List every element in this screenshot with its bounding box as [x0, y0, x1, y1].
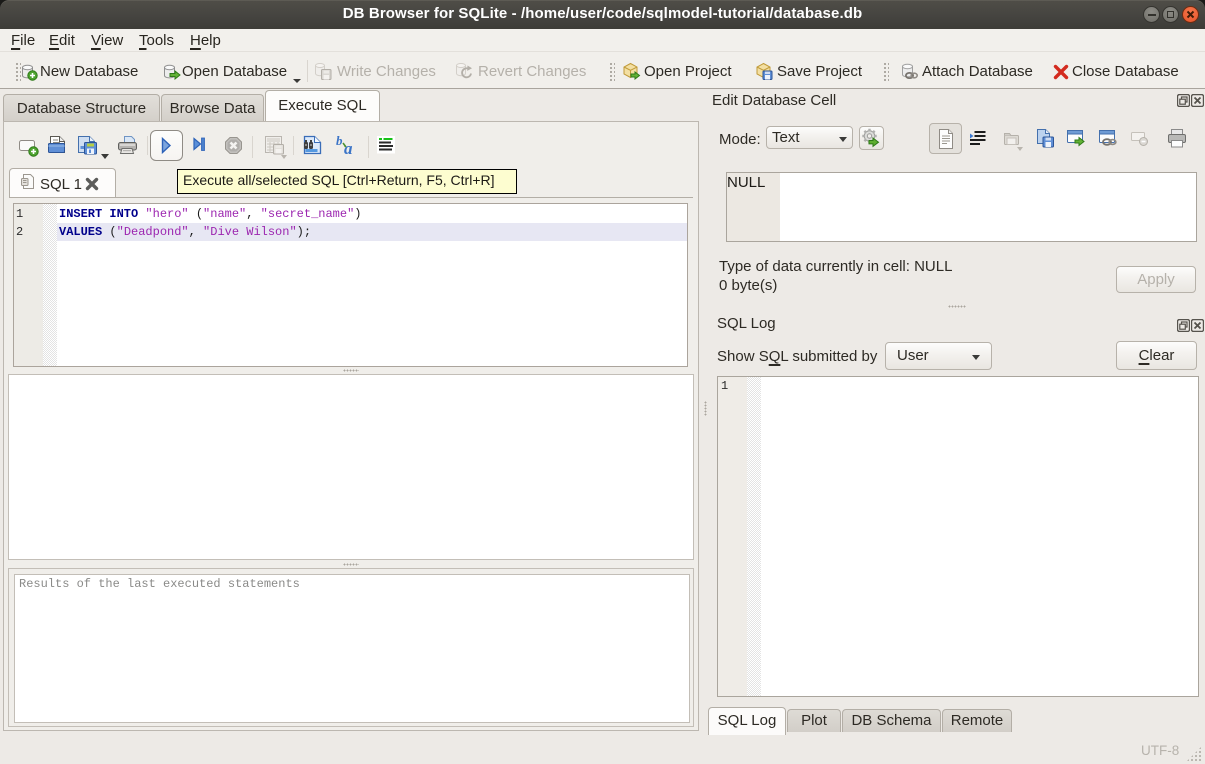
- svg-text:b: b: [336, 133, 343, 148]
- svg-text:a: a: [344, 139, 353, 156]
